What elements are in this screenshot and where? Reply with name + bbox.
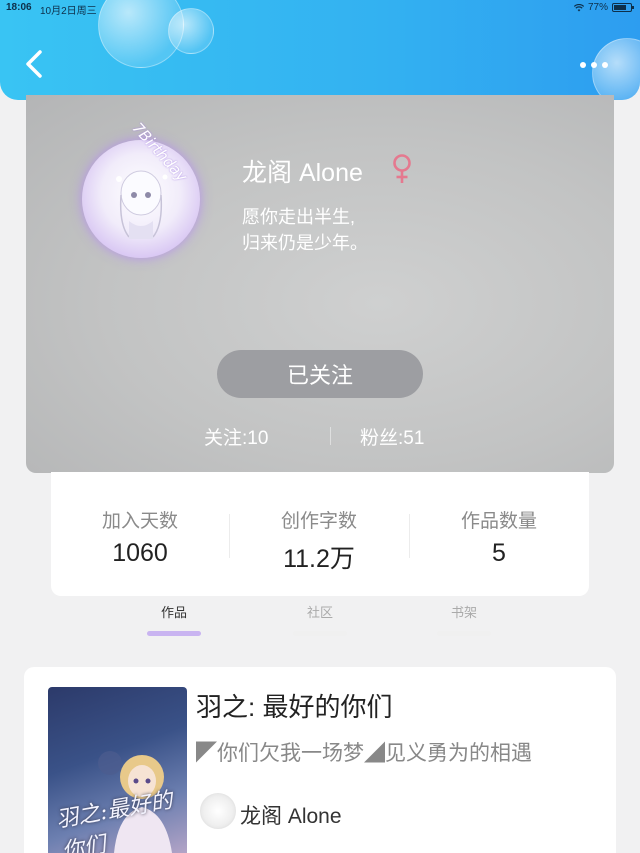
profile-card: 7Birthday 龙阁 Alone 愿你走出半生, 归来仍是少年。 已关注 关… — [26, 95, 614, 473]
avatar-character-image — [116, 170, 168, 239]
wifi-icon — [573, 3, 584, 11]
female-icon — [393, 154, 411, 183]
more-dots-icon — [580, 62, 586, 68]
status-indicators: 77% — [573, 2, 634, 13]
tab-community[interactable]: 社区 — [280, 602, 360, 636]
status-bar: 18:06 10月2日周三 77% — [0, 0, 640, 17]
bio-line-1: 愿你走出半生, — [242, 207, 356, 227]
author-name: 龙阁 Alone — [240, 805, 342, 828]
stat-label: 加入天数 — [101, 511, 178, 532]
tab-label: 社区 — [306, 605, 333, 620]
more-dot — [591, 62, 597, 68]
fans-count[interactable]: 粉丝:51 — [360, 423, 424, 450]
stat-label: 作品数量 — [460, 511, 537, 532]
header-bar: 18:06 10月2日周三 77% — [0, 0, 640, 100]
following-count[interactable]: 关注:10 — [204, 423, 268, 450]
bio-line-2: 归来仍是少年。 — [242, 233, 368, 253]
tab-indicator — [147, 631, 201, 636]
follow-stats: 关注:10 粉丝:51 — [26, 421, 614, 451]
stats-card: 加入天数 1060 创作字数 11.2万 作品数量 5 — [51, 472, 589, 596]
work-title[interactable]: 羽之: 最好的你们 — [196, 687, 392, 724]
book-cover[interactable]: 羽之:最好的你们 — [48, 687, 187, 853]
username: 龙阁 Alone — [242, 159, 363, 187]
back-button[interactable] — [20, 46, 50, 82]
more-button[interactable] — [580, 58, 614, 72]
follow-button[interactable]: 已关注 — [217, 350, 423, 398]
stat-works-count: 作品数量 5 — [410, 506, 588, 568]
work-card[interactable]: 羽之:最好的你们 羽之: 最好的你们 ◤你们欠我一场梦◢见义勇为的相遇 龙阁 A… — [24, 667, 616, 853]
stat-value: 5 — [492, 539, 506, 567]
stat-join-days: 加入天数 1060 — [51, 506, 229, 568]
tab-bar: 作品 社区 书架 — [0, 596, 640, 638]
stat-value: 11.2万 — [283, 545, 355, 573]
tab-works[interactable]: 作品 — [134, 602, 214, 636]
stat-value: 1060 — [112, 539, 168, 567]
more-dot — [602, 62, 608, 68]
stat-label: 创作字数 — [280, 511, 357, 532]
tab-indicator — [293, 631, 347, 636]
divider — [330, 427, 331, 445]
cover-title-text: 羽之:最好的你们 — [54, 788, 175, 853]
tab-label: 作品 — [160, 605, 187, 620]
tab-bookshelf[interactable]: 书架 — [424, 602, 504, 636]
tab-label: 书架 — [450, 605, 477, 620]
battery-percent: 77% — [587, 2, 608, 13]
battery-icon — [612, 3, 634, 12]
status-date: 10月2日周三 — [40, 6, 97, 17]
work-description: ◤你们欠我一场梦◢见义勇为的相遇 — [196, 742, 532, 765]
status-time: 18:06 — [6, 2, 32, 13]
author-avatar — [200, 793, 236, 829]
tab-indicator — [437, 631, 491, 636]
stat-word-count: 创作字数 11.2万 — [230, 506, 408, 575]
